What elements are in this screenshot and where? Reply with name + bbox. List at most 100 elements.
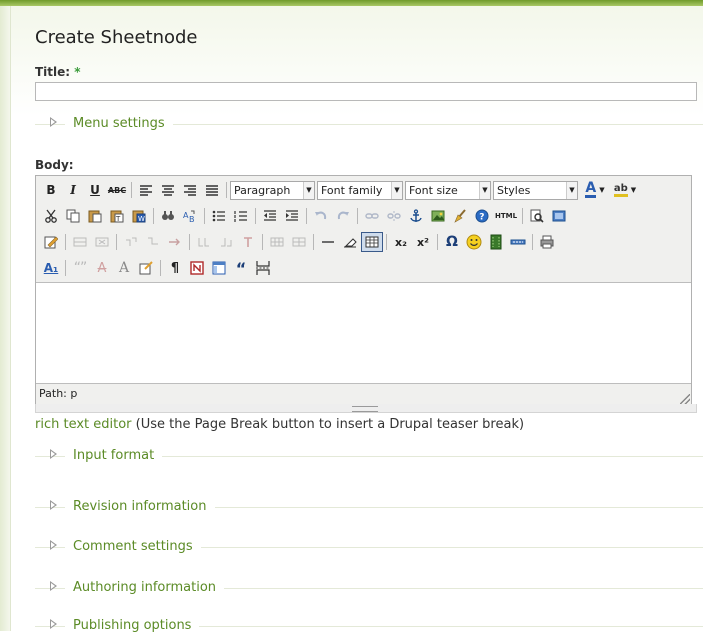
horizontal-rule-icon[interactable] [317,232,339,252]
attribs-icon[interactable] [288,232,310,252]
attributes-icon[interactable] [135,258,157,278]
absolute-position-icon[interactable] [142,232,164,252]
align-center-icon[interactable] [157,180,179,200]
fieldset-legend-input-format[interactable]: Input format [65,448,163,463]
bold-button[interactable]: B [40,180,62,200]
insert-icon[interactable] [266,232,288,252]
strike-disabled-icon[interactable]: A [91,258,113,278]
styles-select[interactable]: Styles ▼ [493,180,578,200]
help-icon[interactable]: ? [471,206,493,226]
text-color-button[interactable]: A ▼ [580,180,610,200]
edit-css-icon[interactable] [40,232,62,252]
break-icon[interactable] [252,258,274,278]
fieldset-legend-revision[interactable]: Revision information [65,499,215,514]
superscript-button[interactable]: x² [412,232,434,252]
visual-chars-button[interactable]: ¶ [164,258,186,278]
paste-icon[interactable] [84,206,106,226]
unlink-icon[interactable] [383,206,405,226]
fullscreen-icon[interactable] [548,206,570,226]
title-input[interactable] [35,82,697,101]
font-family-select[interactable]: Font family ▼ [317,180,403,200]
special-char-button[interactable]: Ω [441,232,463,252]
svg-text:?: ? [479,213,484,223]
find-icon[interactable] [157,206,179,226]
abbr-button[interactable]: A₁ [40,258,62,278]
editor-grippie[interactable] [35,404,697,413]
fieldset-legend-menu[interactable]: Menu settings [65,116,173,131]
font-size-select-value: Font size [409,183,458,197]
anchor-icon[interactable] [405,206,427,226]
template-icon[interactable] [208,258,230,278]
move-forward-icon[interactable] [91,232,113,252]
media-icon[interactable] [485,232,507,252]
preview-icon[interactable] [526,206,548,226]
italic-button[interactable]: I [62,180,84,200]
cite-icon[interactable] [193,232,215,252]
underline-button[interactable]: U [84,180,106,200]
subscript-button[interactable]: x₂ [390,232,412,252]
copy-icon[interactable] [62,206,84,226]
rich-text-editor-link[interactable]: rich text editor [35,417,132,432]
fieldset-legend-authoring[interactable]: Authoring information [65,580,225,595]
delete-icon[interactable] [237,232,259,252]
image-icon[interactable] [427,206,449,226]
toolbar-separator [262,234,263,250]
editor-content-area[interactable] [36,282,691,384]
undo-icon[interactable] [310,206,332,226]
font-format-icon[interactable]: A [113,258,135,278]
toolbar-separator [189,234,190,250]
collapse-triangle-icon[interactable] [50,500,57,510]
numbered-list-icon[interactable] [230,206,252,226]
align-justify-icon[interactable] [201,180,223,200]
outdent-icon[interactable] [259,206,281,226]
collapse-triangle-icon[interactable] [50,449,57,459]
toolbar-separator [226,182,227,198]
cut-icon[interactable] [40,206,62,226]
svg-text:T: T [115,215,121,223]
toolbar-separator [160,260,161,276]
highlight-color-button[interactable]: ab ▼ [610,180,640,200]
print-icon[interactable] [536,232,558,252]
style-props-icon[interactable] [164,232,186,252]
paste-word-icon[interactable]: W [128,206,150,226]
strikethrough-button[interactable]: ABC [106,180,128,200]
toolbar-separator [357,208,358,224]
bullet-list-icon[interactable] [208,206,230,226]
resize-handle-icon[interactable] [680,394,690,404]
collapse-triangle-icon[interactable] [50,619,57,629]
format-select[interactable]: Paragraph ▼ [230,180,315,200]
rich-text-editor: B I U ABC Paragraph ▼ Font family ▼ Font s… [35,175,692,406]
replace-icon[interactable]: AB [179,206,201,226]
toolbar-separator [437,234,438,250]
eraser-icon[interactable] [339,232,361,252]
nonbreaking-icon[interactable] [186,258,208,278]
font-size-select[interactable]: Font size ▼ [405,180,491,200]
move-backward-icon[interactable] [120,232,142,252]
chevron-down-icon: ▼ [303,181,314,199]
collapse-triangle-icon[interactable] [50,540,57,550]
align-left-icon[interactable] [135,180,157,200]
fieldset-menu-settings: Menu settings [35,116,703,132]
fieldset-publishing: Publishing options [35,618,703,634]
blockquote-button[interactable]: “ [230,258,252,278]
fieldset-legend-comment[interactable]: Comment settings [65,539,201,554]
insert-layer-icon[interactable] [69,232,91,252]
link-icon[interactable] [361,206,383,226]
emotion-icon[interactable] [463,232,485,252]
page-break-icon[interactable] [507,232,529,252]
paste-text-icon[interactable]: T [106,206,128,226]
page-title: Create Sheetnode [35,27,198,48]
fieldset-revision: Revision information [35,499,703,515]
align-right-icon[interactable] [179,180,201,200]
acronym-icon[interactable] [215,232,237,252]
toolbar-separator [204,208,205,224]
indent-icon[interactable] [281,206,303,226]
blockquote-disabled-icon[interactable]: “” [69,258,91,278]
html-icon[interactable]: HTML [493,206,519,226]
collapse-triangle-icon[interactable] [50,581,57,591]
cleanup-icon[interactable] [449,206,471,226]
collapse-triangle-icon[interactable] [50,117,57,127]
redo-icon[interactable] [332,206,354,226]
text-color-icon: A [585,180,597,198]
table-icon[interactable] [361,232,383,252]
